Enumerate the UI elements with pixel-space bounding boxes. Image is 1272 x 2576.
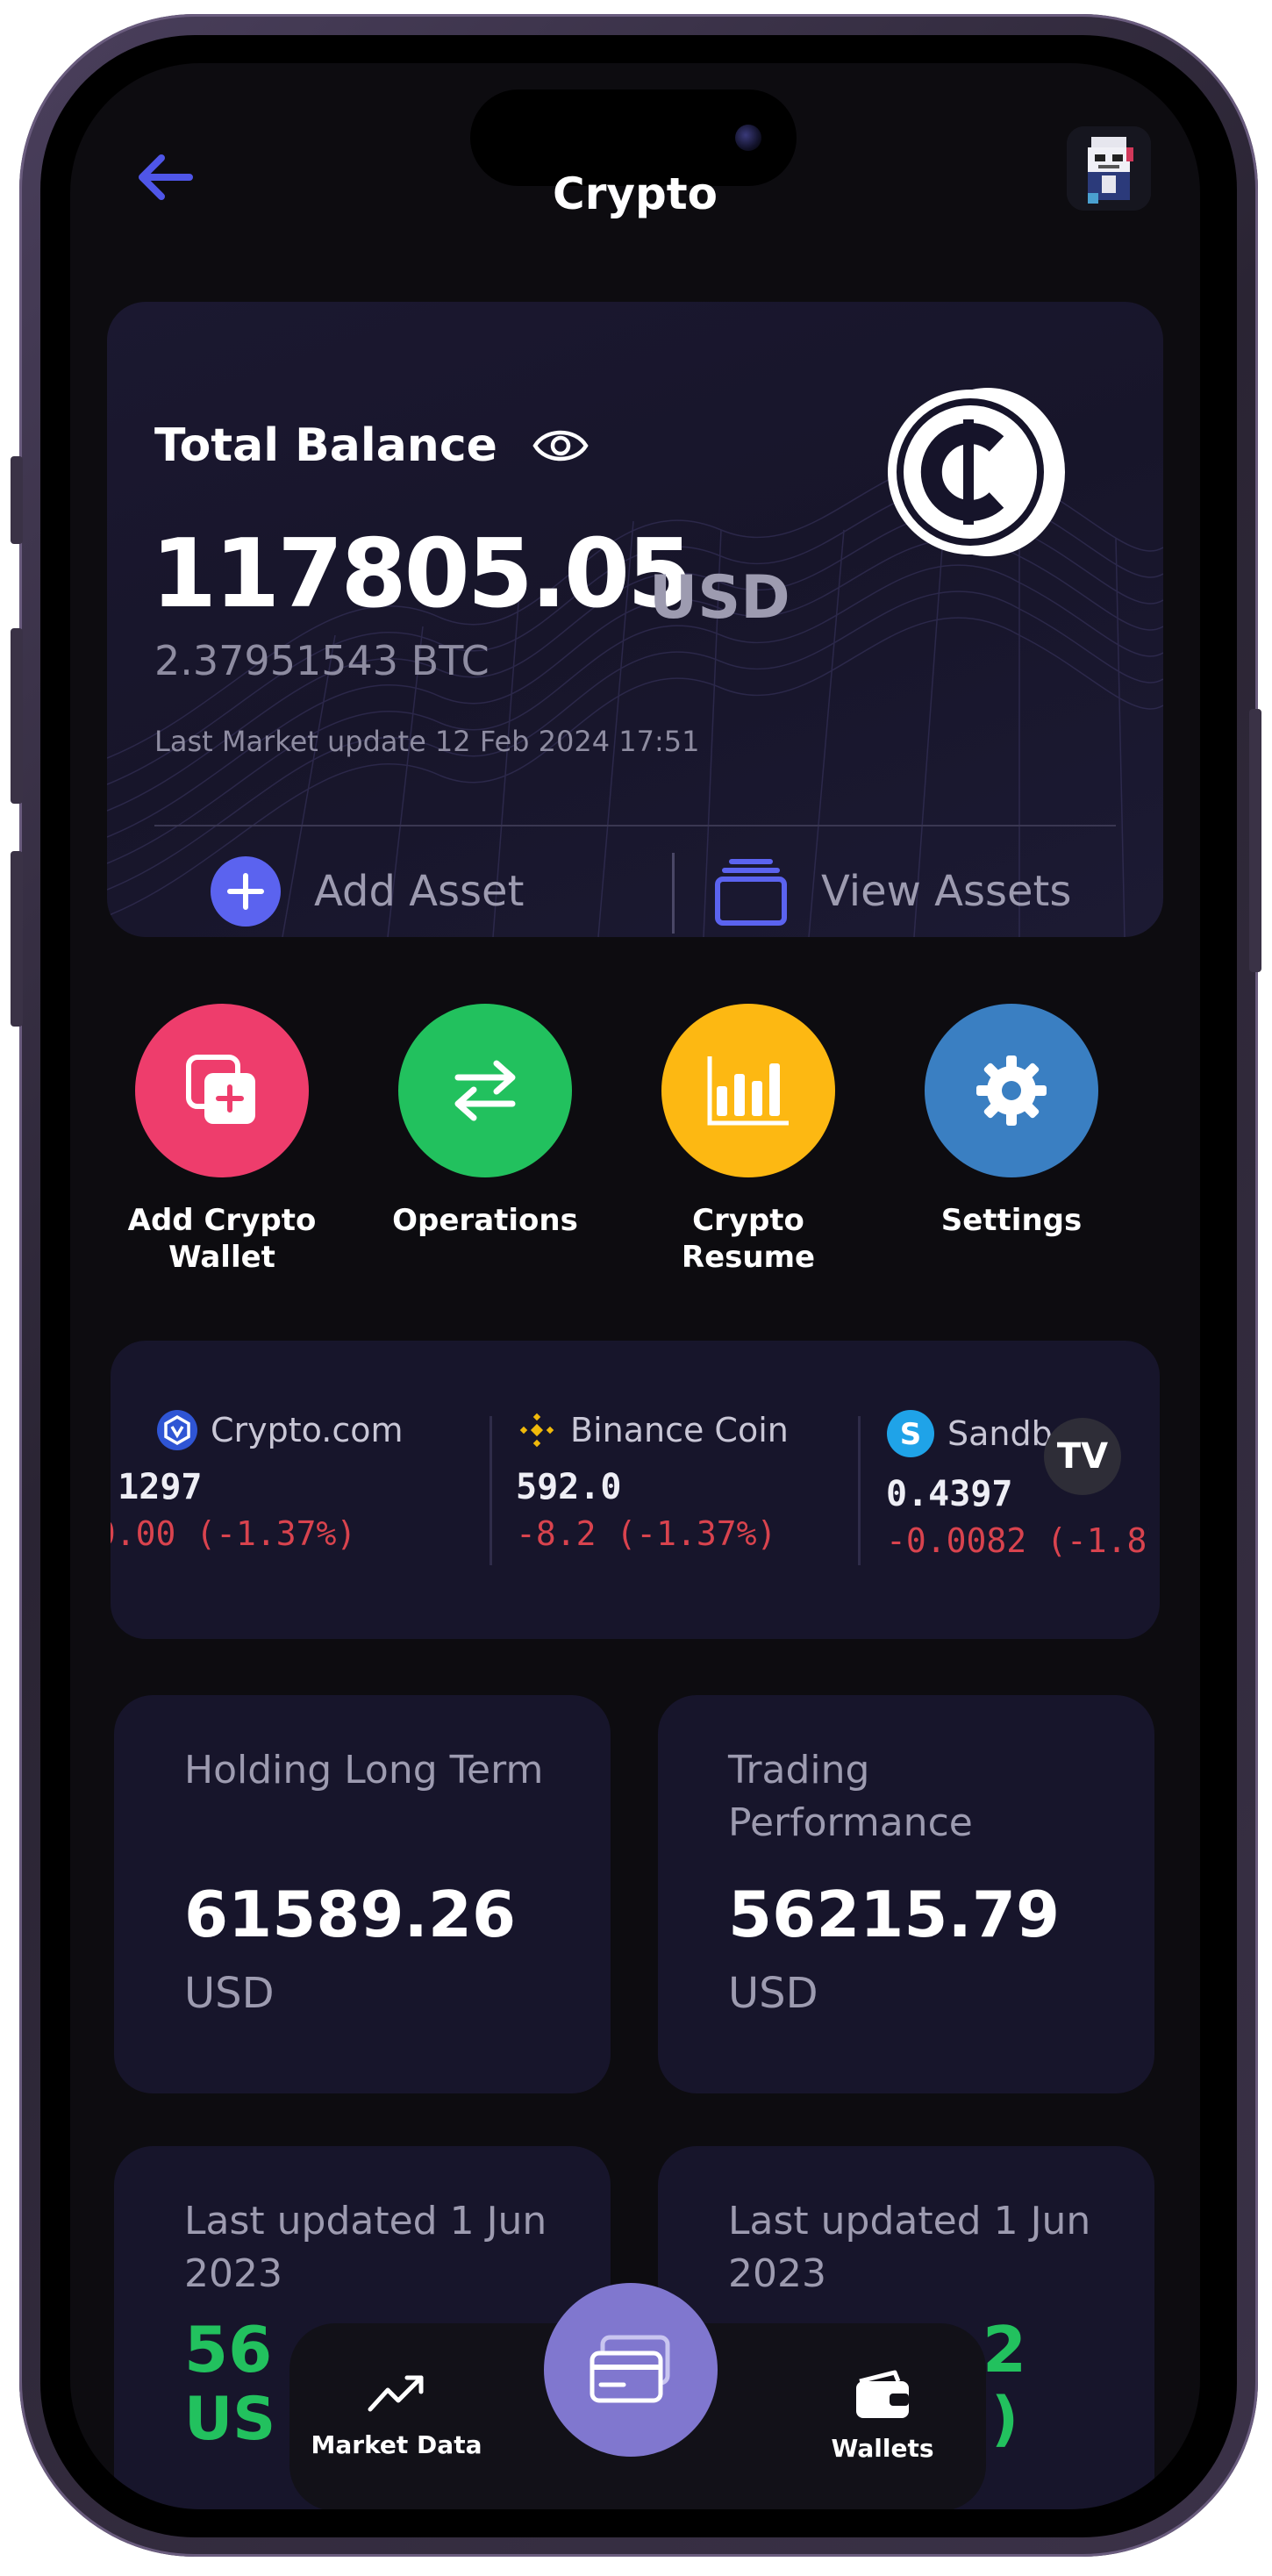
balance-card: Total Balance 117805.05 USD 2.37951543 B… (107, 302, 1163, 937)
stat-label: Holding Long Term (184, 1748, 544, 1792)
ticker-separator (490, 1416, 492, 1565)
trending-up-icon (368, 2375, 424, 2412)
tradingview-badge[interactable]: TV (1044, 1418, 1121, 1495)
total-balance-currency: USD (649, 563, 790, 633)
ticker-price: 0.1297 (111, 1467, 203, 1507)
add-crypto-wallet-button[interactable]: Add Crypto Wallet (112, 1004, 332, 1276)
volume-down-button (11, 851, 23, 1027)
stat-value: 2 (983, 2313, 1027, 2386)
coin-icon (888, 388, 1065, 556)
btc-balance: 2.37951543 BTC (154, 637, 490, 684)
ticker-change: -0.00 (-1.37%) (111, 1514, 357, 1553)
stat-value: 61589.26 (184, 1878, 517, 1951)
crypto-resume-label-line2: Resume (681, 1240, 816, 1275)
stack-icon (715, 859, 787, 926)
stat-label: Last updated 1 Jun 2023 (728, 2199, 1091, 2296)
gear-icon (976, 1055, 1047, 1126)
crypto-resume-label: Crypto Resume (639, 1202, 858, 1276)
camera-icon (735, 125, 761, 151)
stat-unit: US (184, 2385, 276, 2454)
view-assets-button[interactable]: View Assets (712, 846, 1071, 937)
operations-label: Operations (392, 1203, 578, 1238)
nav-market-data-label: Market Data (311, 2430, 482, 2459)
stat-value: 56 (184, 2313, 273, 2386)
swap-arrows-icon (454, 1060, 516, 1121)
sandbox-logo-icon: S (887, 1410, 934, 1457)
nav-wallets[interactable]: Wallets (795, 2369, 970, 2463)
ticker-separator (858, 1416, 861, 1565)
add-copy-icon (186, 1055, 255, 1124)
eye-icon[interactable] (532, 425, 590, 467)
card-divider (154, 825, 1116, 826)
add-wallet-circle (135, 1004, 309, 1177)
bar-chart-icon (707, 1056, 789, 1126)
operations-button[interactable]: Operations (375, 1004, 595, 1239)
ticker-item-binance-coin[interactable]: Binance Coin 592.0 -8.2 (-1.37%) (516, 1409, 789, 1553)
crypto-resume-label-line1: Crypto (692, 1203, 804, 1238)
stat-value: 56215.79 (728, 1878, 1061, 1951)
power-button (1249, 709, 1261, 972)
crypto-resume-button[interactable]: Crypto Resume (639, 1004, 858, 1276)
add-crypto-wallet-label: Add Crypto Wallet (112, 1202, 332, 1276)
holding-long-term-card[interactable]: Holding Long Term 61589.26 USD (114, 1695, 611, 2093)
ticker-change: -8.2 (-1.37%) (516, 1514, 777, 1553)
action-separator (672, 853, 675, 934)
ticker-price: 592.0 (516, 1467, 622, 1507)
credit-card-icon (590, 2335, 670, 2403)
svg-text:S: S (900, 1417, 922, 1452)
ticker-change: -0.0082 (-1.87%) (886, 1521, 1149, 1560)
avatar[interactable] (1067, 126, 1151, 211)
total-balance-label: Total Balance (154, 419, 497, 472)
price-ticker[interactable]: Crypto.com 0.1297 -0.00 (-1.37%) Binance… (111, 1341, 1160, 1639)
add-asset-button[interactable]: Add Asset (209, 846, 524, 937)
stat-unit: ) (991, 2385, 1019, 2454)
stat-label: Last updated 1 Jun 2023 (184, 2199, 547, 2296)
trading-performance-card[interactable]: Trading Performance 56215.79 USD (658, 1695, 1154, 2093)
last-market-update: Last Market update 12 Feb 2024 17:51 (154, 725, 700, 758)
add-asset-label: Add Asset (314, 867, 525, 916)
stat-unit: USD (184, 1969, 275, 2018)
stat-unit: USD (728, 1969, 818, 2018)
total-balance-amount: 117805.05 (151, 519, 693, 629)
stat-label: Trading Performance (728, 1748, 973, 1845)
ticker-name: Binance Coin (570, 1411, 789, 1449)
page-title: Crypto (553, 168, 718, 219)
view-assets-label: View Assets (821, 867, 1072, 916)
cards-fab-button[interactable] (544, 2283, 718, 2457)
nav-wallets-label: Wallets (831, 2434, 934, 2463)
settings-circle (925, 1004, 1098, 1177)
settings-button[interactable]: Settings (902, 1004, 1121, 1239)
ticker-name: Crypto.com (211, 1411, 404, 1449)
binance-coin-logo-icon (519, 1413, 554, 1448)
operations-circle (398, 1004, 572, 1177)
wallet-icon (856, 2370, 909, 2418)
volume-up-button (11, 628, 23, 804)
nav-market-data[interactable]: Market Data (309, 2369, 484, 2459)
screen: Crypto Total Balance 117805.05 USD 2.379… (70, 63, 1200, 2509)
crypto-com-logo-icon (157, 1410, 197, 1450)
ticker-item-crypto-com[interactable]: Crypto.com 0.1297 -0.00 (-1.37%) (111, 1409, 403, 1553)
pixel-avatar-icon (1067, 126, 1151, 211)
action-button (11, 456, 23, 544)
add-crypto-wallet-label-line2: Wallet (168, 1240, 275, 1275)
settings-label: Settings (940, 1203, 1083, 1238)
crypto-resume-circle (661, 1004, 835, 1177)
add-crypto-wallet-label-line1: Add Crypto (127, 1203, 317, 1238)
plus-circle-icon (211, 856, 281, 927)
